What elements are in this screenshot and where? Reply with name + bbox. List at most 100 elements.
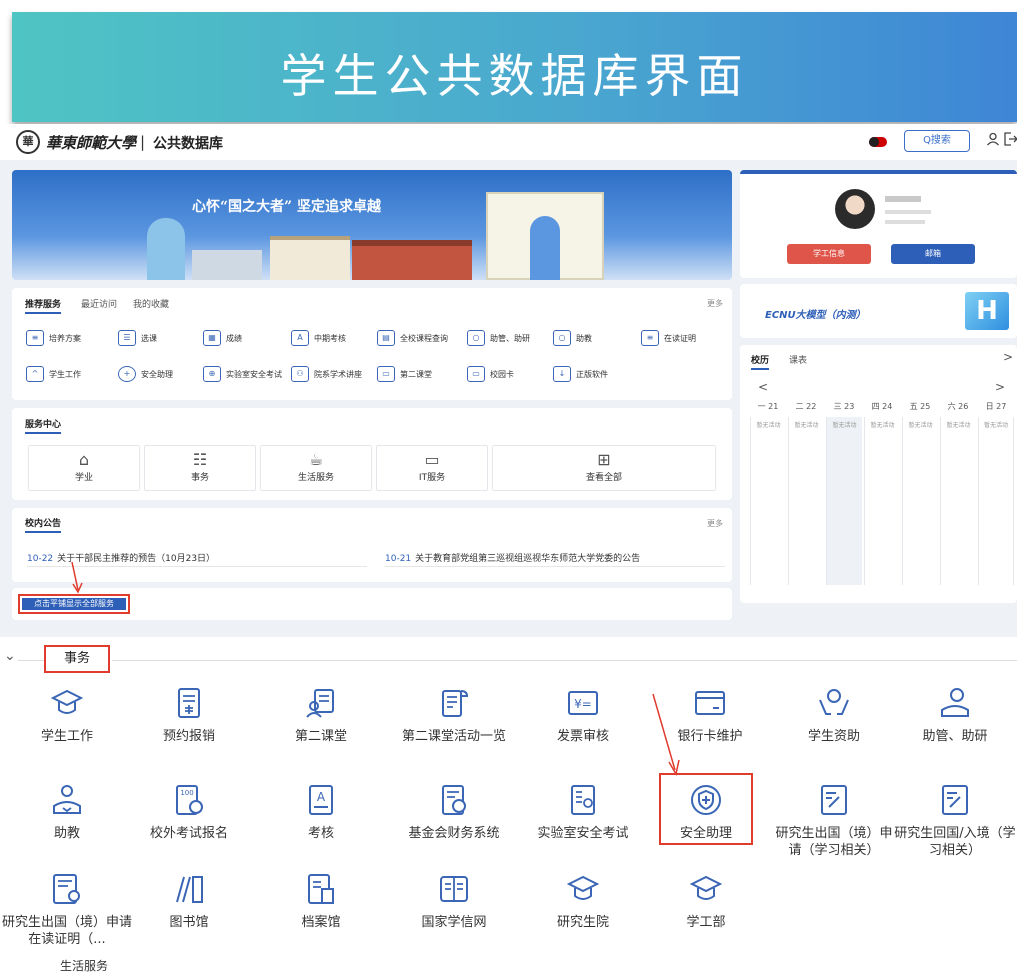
lab-exam-icon — [571, 785, 595, 815]
category-academics[interactable]: ⌂ 学业 — [28, 445, 140, 491]
mail-button[interactable]: 邮箱 — [891, 244, 975, 264]
tab-timetable[interactable]: 课表 — [789, 353, 807, 366]
service-lectures[interactable]: ⚇ 院系学术讲座 — [291, 363, 362, 385]
calendar-prev-button[interactable]: < — [758, 380, 768, 394]
notice-date: 10-22 — [27, 554, 54, 564]
tile-reimbursement[interactable]: 预约报销 — [127, 686, 251, 745]
category-label: IT服务 — [418, 473, 446, 483]
tile-label: 研究生回国/入境（学习相关） — [894, 826, 1016, 858]
chevron-right-icon[interactable]: > — [1003, 350, 1013, 364]
category-life[interactable]: ☕ 生活服务 — [260, 445, 372, 491]
tile-grad-abroad-cert[interactable]: 研究生出国（境）申请在读证明（... — [2, 872, 132, 948]
service-ta[interactable]: ○ 助教 — [553, 327, 592, 349]
tile-label: 图书馆 — [169, 915, 209, 930]
calendar-next-button[interactable]: > — [995, 380, 1005, 394]
calendar-day: 日 27 — [985, 402, 1007, 411]
notice-text: 关于教育部党组第三巡视组巡视华东师范大学党委的公告 — [415, 554, 641, 564]
service-course-query[interactable]: ▤ 全校课程查询 — [377, 327, 448, 349]
tile-grad-return-study[interactable]: 研究生回国/入境（学习相关） — [893, 783, 1017, 859]
calendar-cell: 暂无活动 — [978, 417, 1014, 585]
service-campus-card[interactable]: ▭ 校园卡 — [467, 363, 514, 385]
tile-label: 研究生出国（境）申请在读证明（... — [2, 915, 133, 947]
download-icon: ↓ — [553, 366, 571, 382]
service-label: 助教 — [576, 333, 592, 343]
service-student-work[interactable]: ^ 学生工作 — [26, 363, 81, 385]
show-all-services-button[interactable]: 点击平铺显示全部服务 — [18, 594, 130, 614]
category-label: 生活服务 — [297, 473, 334, 483]
graduation-cap-icon — [689, 875, 723, 900]
redacted-info — [885, 220, 925, 224]
user-icon[interactable] — [986, 132, 1000, 150]
avatar[interactable] — [835, 189, 875, 229]
tile-second-class[interactable]: 第二课堂 — [259, 686, 383, 745]
model-label[interactable]: ECNU大模型（内测） — [765, 306, 866, 321]
service-label: 实验室安全考试 — [226, 369, 282, 379]
notices-more-link[interactable]: 更多 — [707, 518, 723, 529]
tile-student-work[interactable]: 学生工作 — [5, 686, 129, 745]
tab-favorites[interactable]: 我的收藏 — [133, 297, 169, 310]
tab-calendar[interactable]: 校历 — [751, 353, 770, 370]
service-lab-exam[interactable]: ⊕ 实验室安全考试 — [203, 363, 282, 385]
service-safety-assistant[interactable]: + 安全助理 — [118, 363, 173, 385]
grade-icon: ▦ — [203, 330, 221, 346]
service-label: 在读证明 — [664, 333, 696, 343]
service-midterm[interactable]: A 中期考核 — [291, 327, 346, 349]
notice-item[interactable]: 10-22 关于干部民主推荐的预告（10月23日） — [27, 551, 215, 564]
service-second-class[interactable]: ▭ 第二课堂 — [377, 363, 432, 385]
tab-recommended[interactable]: 推荐服务 — [25, 297, 62, 314]
service-grades[interactable]: ▦ 成绩 — [203, 327, 242, 349]
tile-foundation-finance[interactable]: 基金会财务系统 — [379, 783, 529, 842]
tile-student-affairs[interactable]: 学工部 — [644, 872, 768, 931]
notices-panel — [12, 508, 732, 582]
logout-icon[interactable] — [1004, 132, 1017, 150]
school-logo-text[interactable]: 華東師範大學 — [46, 132, 136, 153]
tile-second-class-activities[interactable]: 第二课堂活动一览 — [379, 686, 529, 745]
student-info-button[interactable]: 学工信息 — [787, 244, 871, 264]
service-label: 中期考核 — [314, 333, 346, 343]
hands-coin-icon — [819, 689, 849, 715]
tile-grad-school[interactable]: 研究生院 — [521, 872, 645, 931]
monitor-icon: ▭ — [424, 450, 440, 469]
tile-label: 研究生院 — [556, 915, 609, 930]
divider — [385, 566, 725, 567]
service-software[interactable]: ↓ 正版软件 — [553, 363, 608, 385]
service-label: 选课 — [141, 333, 157, 343]
certificate-icon — [53, 874, 80, 904]
chevron-down-icon[interactable]: ⌄ — [4, 648, 16, 664]
affairs-icon: ☷ — [192, 450, 208, 469]
tile-archives[interactable]: 档案馆 — [259, 872, 383, 931]
tile-library[interactable]: 图书馆 — [127, 872, 251, 931]
tile-invoice-review[interactable]: ¥= 发票审核 — [521, 686, 645, 745]
category-affairs[interactable]: ☷ 事务 — [144, 445, 256, 491]
service-course-select[interactable]: ☰ 选课 — [118, 327, 157, 349]
category-it[interactable]: ▭ IT服务 — [376, 445, 488, 491]
tile-label: 学工部 — [686, 915, 726, 930]
show-all-label: 点击平铺显示全部服务 — [22, 598, 126, 610]
theme-toggle[interactable] — [869, 137, 887, 147]
service-label: 正版软件 — [576, 369, 608, 379]
services-more-link[interactable]: 更多 — [707, 298, 723, 309]
building-illustration — [270, 236, 350, 280]
notice-item[interactable]: 10-21 关于教育部党组第三巡视组巡视华东师范大学党委的公告 — [385, 551, 640, 564]
tile-lab-safety-exam[interactable]: 实验室安全考试 — [521, 783, 645, 842]
service-assistant[interactable]: ○ 助管、助研 — [467, 327, 530, 349]
calendar-cell: 暂无活动 — [902, 417, 938, 585]
profile-panel — [740, 170, 1017, 278]
svg-text:A: A — [317, 790, 326, 804]
archive-icon — [308, 874, 334, 904]
category-all[interactable]: ⊞ 查看全部 — [492, 445, 716, 491]
id-card-icon: ▭ — [467, 366, 485, 382]
service-enrollment-cert[interactable]: ≡ 在读证明 — [641, 327, 696, 349]
tab-recent[interactable]: 最近访问 — [81, 297, 117, 310]
tile-chsi[interactable]: 国家学信网 — [379, 872, 529, 931]
tile-ta[interactable]: 助教 — [5, 783, 129, 842]
tile-student-aid[interactable]: 学生资助 — [772, 686, 896, 745]
tile-grad-abroad-study[interactable]: 研究生出国（境）申请（学习相关） — [772, 783, 896, 859]
calendar-cell: 暂无活动 — [788, 417, 824, 585]
tile-assessment[interactable]: A 考核 — [259, 783, 383, 842]
person-icon: ○ — [553, 330, 571, 346]
search-button[interactable]: Q搜索 — [904, 130, 970, 152]
service-training-plan[interactable]: ≡ 培养方案 — [26, 327, 81, 349]
tile-assistant[interactable]: 助管、助研 — [893, 686, 1017, 745]
tile-external-exam[interactable]: 100 校外考试报名 — [127, 783, 251, 842]
